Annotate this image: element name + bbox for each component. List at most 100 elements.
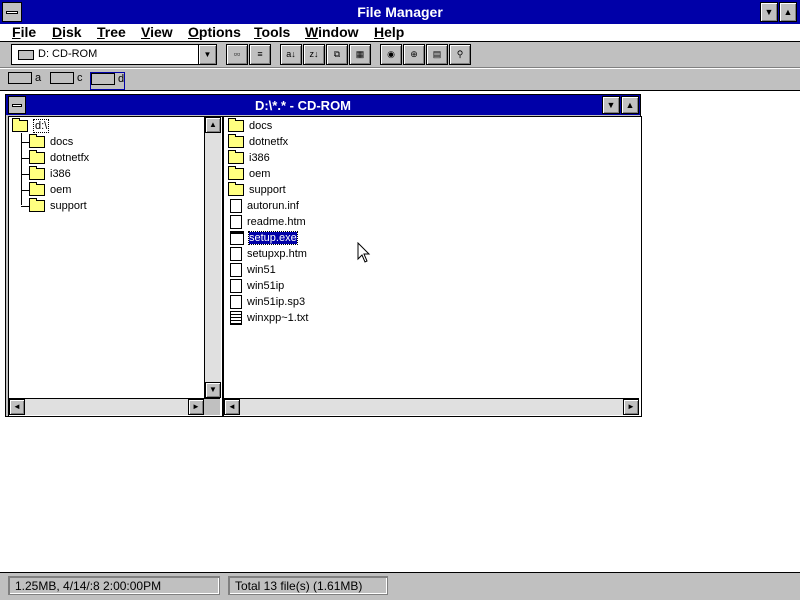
drive-d-button[interactable]: d bbox=[90, 72, 126, 90]
menu-file[interactable]: File bbox=[12, 24, 36, 40]
folder-icon bbox=[228, 166, 244, 181]
folder-icon bbox=[228, 182, 244, 197]
hard-drive-icon bbox=[50, 72, 74, 85]
file-list-item[interactable]: win51ip.sp3 bbox=[228, 294, 305, 310]
child-maximize-button[interactable]: ▲ bbox=[621, 96, 639, 114]
drive-select[interactable]: D: CD-ROM ▼ bbox=[11, 44, 217, 65]
file-icon bbox=[230, 295, 242, 310]
file-list-item[interactable]: i386 bbox=[228, 150, 270, 166]
menu-view[interactable]: View bbox=[141, 24, 173, 40]
file-list-item[interactable]: win51ip bbox=[228, 278, 284, 294]
file-list-item[interactable]: setupxp.htm bbox=[228, 246, 307, 262]
cdrom-drive-icon bbox=[18, 50, 34, 60]
scroll-left-arrow-icon[interactable]: ◄ bbox=[9, 399, 25, 415]
folder-icon bbox=[29, 198, 45, 213]
file-name: setup.exe bbox=[248, 231, 298, 245]
folder-icon bbox=[228, 150, 244, 165]
view-list-icon[interactable]: ≡ bbox=[249, 44, 271, 65]
file-name: dotnetfx bbox=[249, 136, 289, 148]
tree-horizontal-scrollbar[interactable]: ◄ ► bbox=[9, 398, 220, 415]
folder-icon bbox=[29, 166, 45, 181]
status-total-info: Total 13 file(s) (1.61MB) bbox=[228, 576, 388, 595]
file-name: win51 bbox=[247, 264, 276, 276]
scroll-right-arrow-icon[interactable]: ► bbox=[623, 399, 639, 415]
menu-help[interactable]: Help bbox=[374, 24, 404, 40]
file-name: readme.htm bbox=[247, 216, 306, 228]
program-file-icon bbox=[230, 231, 244, 246]
status-bar: 1.25MB, 4/14/:8 2:00:00PM Total 13 file(… bbox=[0, 572, 800, 600]
file-icon bbox=[230, 199, 242, 214]
sort-by-size-icon[interactable]: ⧉ bbox=[326, 44, 348, 65]
file-icon bbox=[230, 279, 242, 294]
open-folder-icon bbox=[12, 118, 28, 133]
scroll-left-arrow-icon[interactable]: ◄ bbox=[224, 399, 240, 415]
share-as-icon[interactable]: ▤ bbox=[426, 44, 448, 65]
directory-window-title: D:\*.* - CD-ROM bbox=[254, 98, 352, 113]
sort-by-type-icon[interactable]: z↓ bbox=[303, 44, 325, 65]
tree-item-dotnetfx[interactable]: dotnetfx bbox=[21, 150, 89, 166]
file-name: autorun.inf bbox=[247, 200, 299, 212]
drive-select-label: D: CD-ROM bbox=[38, 48, 98, 60]
file-list-item[interactable]: docs bbox=[228, 118, 272, 134]
mouse-cursor-icon bbox=[357, 242, 371, 263]
menu-tree[interactable]: Tree bbox=[97, 24, 126, 40]
tree-pane[interactable]: d:\ docs dotnetfx i386 oem support ▲ ▼ ◄… bbox=[8, 116, 223, 417]
file-name: win51ip bbox=[247, 280, 285, 292]
file-icon bbox=[230, 247, 242, 262]
file-icon bbox=[230, 215, 242, 230]
scroll-up-arrow-icon[interactable]: ▲ bbox=[205, 117, 221, 133]
scroll-right-arrow-icon[interactable]: ► bbox=[188, 399, 204, 415]
text-file-icon bbox=[230, 311, 242, 326]
window-title: File Manager bbox=[357, 4, 443, 20]
menu-window[interactable]: Window bbox=[305, 24, 359, 40]
child-minimize-button[interactable]: ▼ bbox=[602, 96, 620, 114]
drive-a-button[interactable]: a bbox=[8, 72, 41, 88]
drive-dropdown-button[interactable]: ▼ bbox=[198, 45, 216, 64]
view-large-icons-icon[interactable]: ▫▫ bbox=[226, 44, 248, 65]
file-list-item[interactable]: oem bbox=[228, 166, 270, 182]
title-bar: File Manager ▼ ▲ bbox=[0, 0, 800, 24]
file-list-item[interactable]: dotnetfx bbox=[228, 134, 288, 150]
connect-network-drive-icon[interactable]: ◉ bbox=[380, 44, 402, 65]
stop-sharing-icon[interactable]: ⚲ bbox=[449, 44, 471, 65]
file-name: win51ip.sp3 bbox=[247, 296, 306, 308]
maximize-button[interactable]: ▲ bbox=[779, 2, 797, 22]
menu-disk[interactable]: Disk bbox=[52, 24, 82, 40]
file-list-item[interactable]: setup.exe bbox=[228, 230, 298, 246]
tree-vertical-scrollbar[interactable]: ▲ ▼ bbox=[204, 117, 221, 398]
sort-by-name-icon[interactable]: a↓ bbox=[280, 44, 302, 65]
file-list-item[interactable]: winxpp~1.txt bbox=[228, 310, 308, 326]
file-list-item[interactable]: autorun.inf bbox=[228, 198, 299, 214]
tree-item-support[interactable]: support bbox=[21, 198, 87, 214]
tree-item-oem[interactable]: oem bbox=[21, 182, 71, 198]
scrollbar-corner bbox=[204, 399, 220, 415]
minimize-button[interactable]: ▼ bbox=[760, 2, 778, 22]
tree-root[interactable]: d:\ bbox=[12, 118, 50, 134]
folder-icon bbox=[228, 118, 244, 133]
scroll-down-arrow-icon[interactable]: ▼ bbox=[205, 382, 221, 398]
tree-item-docs[interactable]: docs bbox=[21, 134, 73, 150]
status-selection-info: 1.25MB, 4/14/:8 2:00:00PM bbox=[8, 576, 220, 595]
disconnect-network-drive-icon[interactable]: ⊕ bbox=[403, 44, 425, 65]
file-name: oem bbox=[249, 168, 271, 180]
cdrom-drive-icon bbox=[91, 73, 115, 86]
floppy-drive-icon bbox=[8, 72, 32, 85]
file-list-item[interactable]: readme.htm bbox=[228, 214, 306, 230]
sort-by-date-icon[interactable]: ▦ bbox=[349, 44, 371, 65]
menu-bar: File Disk Tree View Options Tools Window… bbox=[0, 24, 800, 42]
folder-icon bbox=[228, 134, 244, 149]
file-icon bbox=[230, 263, 242, 278]
folder-icon bbox=[29, 150, 45, 165]
file-list-pane[interactable]: docs dotnetfx i386 oem support autorun.inf rea… bbox=[223, 116, 642, 417]
files-horizontal-scrollbar[interactable]: ◄ ► bbox=[224, 398, 639, 415]
file-list-item[interactable]: support bbox=[228, 182, 286, 198]
file-name: support bbox=[249, 184, 286, 196]
drive-bar: a c d bbox=[0, 69, 800, 91]
drive-c-button[interactable]: c bbox=[50, 72, 83, 88]
file-list-item[interactable]: win51 bbox=[228, 262, 276, 278]
tree-item-i386[interactable]: i386 bbox=[21, 166, 71, 182]
menu-tools[interactable]: Tools bbox=[254, 24, 290, 40]
directory-window-titlebar: D:\*.* - CD-ROM ▼ ▲ bbox=[6, 95, 640, 115]
file-name: i386 bbox=[249, 152, 270, 164]
menu-options[interactable]: Options bbox=[188, 24, 241, 40]
